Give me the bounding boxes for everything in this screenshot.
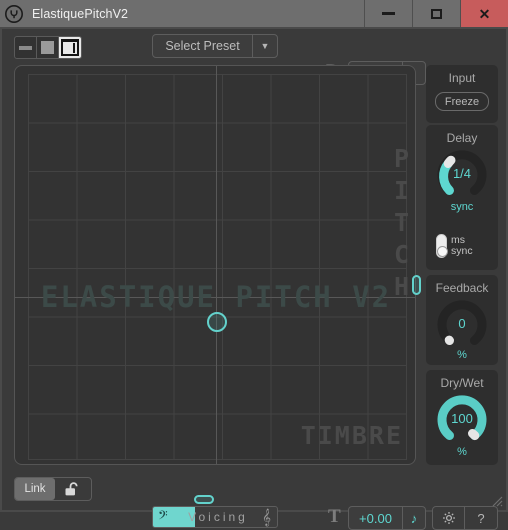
feedback-unit: %	[457, 349, 467, 361]
size-toggle-group	[14, 36, 82, 59]
feedback-section-title: Feedback	[435, 281, 489, 295]
freeze-button[interactable]: Freeze	[435, 92, 489, 111]
timbre-axis-label: TIMBRE	[300, 421, 403, 450]
rect-medium-icon	[41, 41, 54, 54]
delay-section-title: Delay	[446, 131, 478, 145]
drywet-knob[interactable]: 100	[436, 392, 488, 444]
minimize-button[interactable]	[364, 0, 412, 27]
unlock-icon[interactable]	[55, 478, 91, 500]
size-large-button[interactable]	[59, 37, 81, 58]
resize-grip[interactable]	[489, 493, 503, 507]
drywet-section-title: Dry/Wet	[440, 376, 484, 390]
treble-clef-icon: 𝄞	[262, 508, 271, 526]
input-section-title: Input	[448, 71, 476, 85]
delay-unit: sync	[450, 201, 474, 213]
top-toolbar: Select Preset ▼ P +0.00 ♪	[2, 29, 506, 85]
delay-mode-toggle[interactable]: ms sync	[436, 234, 473, 258]
plugin-window: ElastiquePitchV2 ✕ Select Preset ▼ ELAST…	[0, 0, 508, 530]
xy-handle[interactable]	[207, 312, 227, 332]
maximize-icon	[431, 8, 442, 19]
pad-watermark: ELASTIQUE PITCH V2	[40, 280, 392, 314]
close-icon: ✕	[478, 5, 491, 22]
input-section: Input Freeze	[426, 65, 498, 123]
utility-group: ?	[432, 506, 498, 530]
feedback-section: Feedback 0 %	[426, 275, 498, 365]
toggle-track[interactable]	[436, 234, 447, 258]
note-icon[interactable]: ♪	[402, 507, 425, 529]
rect-large-icon	[63, 41, 77, 54]
chevron-down-icon[interactable]: ▼	[252, 35, 277, 57]
voicing-slider[interactable]: 𝄢 Voicing 𝄞	[152, 506, 278, 528]
drywet-section: Dry/Wet 100 %	[426, 370, 498, 465]
gear-icon	[442, 512, 455, 524]
size-small-button[interactable]	[15, 37, 37, 58]
maximize-button[interactable]	[412, 0, 460, 27]
timbre-value: +0.00	[359, 510, 392, 526]
voicing-label: Voicing	[188, 510, 248, 524]
plug-circle-icon	[4, 4, 24, 24]
toggle-labels: ms sync	[451, 235, 473, 257]
close-button[interactable]: ✕	[460, 0, 508, 27]
drywet-unit: %	[457, 446, 467, 458]
pitch-axis-label: PITCH	[387, 144, 416, 304]
pitch-slider-handle[interactable]	[412, 275, 421, 295]
toggle-option-sync[interactable]: sync	[451, 246, 473, 257]
timbre-value-field[interactable]: +0.00 ♪	[348, 506, 426, 530]
window-title: ElastiquePitchV2	[32, 6, 129, 21]
sidebar: Input Freeze Delay 1/4 sync ms sync Feed…	[426, 65, 498, 465]
xy-pad[interactable]: ELASTIQUE PITCH V2 PITCH TIMBRE	[14, 65, 416, 465]
pad-grid	[28, 74, 407, 460]
size-medium-button[interactable]	[37, 37, 59, 58]
pad-axis-vertical	[216, 66, 217, 464]
settings-button[interactable]	[433, 507, 465, 529]
feedback-knob[interactable]: 0	[436, 297, 488, 349]
minimize-icon	[382, 12, 395, 15]
preset-label: Select Preset	[165, 39, 240, 53]
link-button[interactable]: Link	[15, 478, 55, 500]
preset-selector[interactable]: Select Preset ▼	[152, 34, 278, 58]
link-group: Link	[14, 477, 92, 501]
toggle-knob	[438, 247, 447, 256]
title-bar: ElastiquePitchV2 ✕	[0, 0, 508, 27]
delay-section: Delay 1/4 sync ms sync	[426, 125, 498, 270]
delay-knob[interactable]: 1/4	[436, 147, 488, 199]
rect-small-icon	[19, 45, 32, 50]
help-button[interactable]: ?	[465, 507, 497, 529]
plugin-frame: Select Preset ▼ P +0.00 ♪ ELASTIQUE PITC…	[0, 27, 508, 530]
timbre-letter-label: T	[328, 506, 341, 527]
